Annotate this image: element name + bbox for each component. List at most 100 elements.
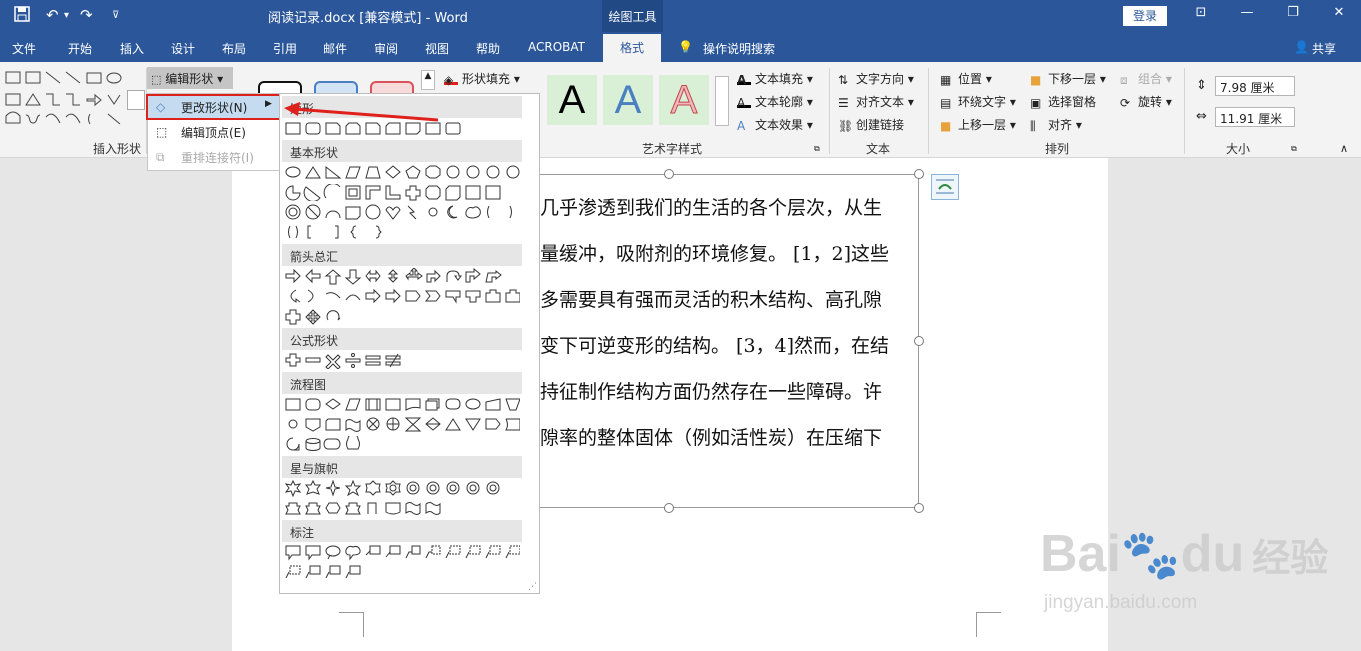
text-effect-icon: A xyxy=(737,119,746,133)
redo-icon[interactable]: ↷ xyxy=(80,6,93,24)
resize-handle[interactable] xyxy=(664,503,674,513)
text-effect-button[interactable]: A 文本效果 ▾ xyxy=(737,116,813,133)
shape-row-callouts[interactable] xyxy=(284,544,521,561)
rotate-icon: ⟳ xyxy=(1120,96,1131,110)
link-icon: ⛓ xyxy=(838,119,854,133)
tab-help[interactable]: 帮助 xyxy=(476,40,500,57)
shape-row-basic[interactable] xyxy=(284,164,520,181)
shape-gallery[interactable] xyxy=(4,69,129,129)
minimize-icon[interactable]: — xyxy=(1232,5,1262,20)
wordart-style-red[interactable]: A xyxy=(659,75,709,125)
edit-points-menu-item[interactable]: ⬚ 编辑顶点(E) xyxy=(148,120,279,144)
edit-points-icon: ⬚ xyxy=(156,125,168,139)
watermark-brand: Bai🐾du 经验 xyxy=(1040,525,1329,583)
text-outline-icon: A xyxy=(737,96,751,110)
ribbon-tabs: 文件 开始 插入 设计 布局 引用 邮件 审阅 视图 帮助 ACROBAT 💡 … xyxy=(0,32,1361,62)
rotate-button[interactable]: ⟳ 旋转 ▾ xyxy=(1120,93,1172,110)
shape-row-stars[interactable] xyxy=(284,479,520,498)
resize-handle[interactable] xyxy=(914,169,924,179)
user-icon: 👤 xyxy=(1294,40,1309,54)
text-group-label: 文本 xyxy=(866,142,891,156)
collapse-ribbon-icon[interactable]: ∧ xyxy=(1340,142,1348,155)
section-basic-shapes: 基本形状 xyxy=(282,140,522,162)
size-dialog-launcher-icon[interactable]: ⧉ xyxy=(1291,144,1297,154)
ribbon-separator xyxy=(829,68,830,154)
close-icon[interactable]: ✕ xyxy=(1324,5,1354,20)
width-input[interactable]: 11.91 厘米 xyxy=(1215,107,1295,127)
position-button[interactable]: ▦ 位置 ▾ xyxy=(940,70,992,87)
insert-shapes-label: 插入形状 xyxy=(93,142,142,156)
ribbon-display-icon[interactable]: ⊡ xyxy=(1186,5,1216,20)
send-backward-button[interactable]: ■ 下移一层 ▾ xyxy=(1030,70,1106,87)
shape-row-arrows-2[interactable] xyxy=(284,288,521,305)
wordart-style-black[interactable]: A xyxy=(547,75,597,125)
section-arrows: 箭头总汇 xyxy=(282,244,522,266)
tab-review[interactable]: 审阅 xyxy=(374,40,398,57)
align-button[interactable]: ⫼ 对齐 ▾ xyxy=(1030,116,1082,133)
shape-row-equation[interactable] xyxy=(284,352,520,370)
text-line: 隙率的整体固体（例如活性炭）在压缩下 xyxy=(540,427,883,449)
shape-row-flowchart[interactable] xyxy=(284,396,521,413)
size-label: 大小 xyxy=(1226,142,1251,156)
shape-row-basic-2[interactable] xyxy=(284,183,520,202)
wordart-style-blue[interactable]: A xyxy=(603,75,653,125)
change-shape-panel: 矩形 基本形状 箭头总汇 公式形状 流程图 星与旗帜 标注 xyxy=(279,93,540,594)
shape-row-basic-4[interactable] xyxy=(284,224,520,241)
shape-fill-button[interactable]: ◈ 形状填充 ▾ xyxy=(444,70,520,87)
shape-row-flowchart-3[interactable] xyxy=(284,433,520,453)
tab-insert[interactable]: 插入 xyxy=(120,40,144,57)
resize-handle[interactable] xyxy=(914,503,924,513)
undo-icon[interactable]: ↶ xyxy=(46,6,59,24)
tab-format[interactable]: 格式 xyxy=(603,34,661,62)
tell-me-search[interactable]: 操作说明搜索 xyxy=(703,40,775,57)
align-text-button[interactable]: ☰ 对齐文本 ▾ xyxy=(838,93,914,110)
shape-row-flowchart-2[interactable] xyxy=(284,416,521,433)
tab-references[interactable]: 引用 xyxy=(273,40,297,57)
tab-home[interactable]: 开始 xyxy=(68,40,92,57)
tab-file[interactable]: 文件 xyxy=(12,40,36,57)
resize-handle[interactable] xyxy=(664,169,674,179)
save-icon[interactable] xyxy=(14,6,30,26)
wordart-styles-label: 艺术字样式 xyxy=(642,142,703,156)
edit-shape-button[interactable]: ⬚ 编辑形状 ▾ xyxy=(147,67,233,89)
shape-row-banners[interactable] xyxy=(284,500,520,517)
layout-options-icon[interactable] xyxy=(931,174,959,200)
tab-mailings[interactable]: 邮件 xyxy=(323,40,347,57)
shape-row-arrows-3[interactable] xyxy=(284,308,520,325)
undo-dropdown-icon[interactable]: ▾ xyxy=(64,10,69,21)
bring-forward-icon: ■ xyxy=(940,119,952,133)
resize-handle[interactable] xyxy=(914,336,924,346)
edit-shape-icon: ⬚ xyxy=(151,73,162,86)
tab-design[interactable]: 设计 xyxy=(171,40,195,57)
style-scroll-up-icon[interactable]: ▲ xyxy=(421,70,435,90)
text-outline-button[interactable]: A 文本轮廓 ▾ xyxy=(737,93,813,110)
shape-row-arrows[interactable] xyxy=(284,267,520,285)
resize-grip-icon[interactable]: ⋰ xyxy=(528,582,537,592)
paw-icon: 🐾 xyxy=(1120,529,1181,582)
customize-qat-icon[interactable]: ⊽ xyxy=(112,10,119,21)
text-fill-button[interactable]: A 文本填充 ▾ xyxy=(737,70,813,87)
text-line: 多需要具有强而灵活的积木结构、高孔隙 xyxy=(540,289,883,311)
shape-gallery-scroll[interactable] xyxy=(127,90,145,110)
title-bar: ↶ ▾ ↷ ⊽ 阅读记录.docx [兼容模式] - Word 绘图工具 登录 … xyxy=(0,0,1361,32)
login-button[interactable]: 登录 xyxy=(1123,6,1167,26)
rotate-handle-icon[interactable] xyxy=(664,160,674,170)
selection-pane-button[interactable]: ▣ 选择窗格 xyxy=(1030,93,1096,110)
tab-view[interactable]: 视图 xyxy=(425,40,449,57)
dialog-launcher-icon[interactable]: ⧉ xyxy=(814,144,820,154)
tab-layout[interactable]: 布局 xyxy=(222,40,246,57)
create-link-button[interactable]: ⛓ 创建链接 xyxy=(838,116,904,133)
text-direction-button[interactable]: ⇅ 文字方向 ▾ xyxy=(838,70,914,87)
tab-acrobat[interactable]: ACROBAT xyxy=(528,40,585,54)
bring-forward-button[interactable]: ■ 上移一层 ▾ xyxy=(940,116,1016,133)
wordart-gallery-scroll[interactable] xyxy=(715,76,729,126)
height-input[interactable]: 7.98 厘米 xyxy=(1215,76,1295,96)
section-callouts: 标注 xyxy=(282,520,522,542)
wrap-text-button[interactable]: ▤ 环绕文字 ▾ xyxy=(940,93,1016,110)
margin-mark xyxy=(976,612,1001,637)
shape-row-callouts-2[interactable] xyxy=(284,564,520,581)
share-button[interactable]: 共享 xyxy=(1312,40,1336,57)
arrange-label: 排列 xyxy=(1045,142,1070,156)
shape-row-basic-3[interactable] xyxy=(284,204,520,221)
restore-icon[interactable]: ❐ xyxy=(1278,5,1308,20)
